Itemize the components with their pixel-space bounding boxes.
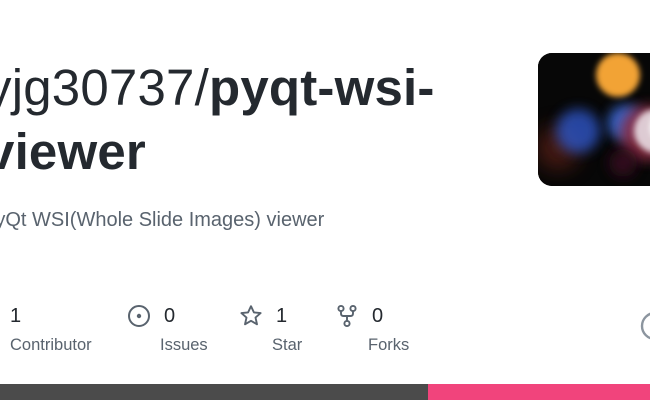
contributors-count: 1 xyxy=(10,305,22,327)
stars-count: 1 xyxy=(276,305,288,327)
language-bar-segment-secondary xyxy=(428,384,650,400)
issues-label: Issues xyxy=(160,336,208,354)
issues-count: 0 xyxy=(164,305,176,327)
contributors-label: Contributor xyxy=(10,336,92,354)
repo-description: PyQt WSI(Whole Slide Images) viewer xyxy=(0,209,325,231)
stat-issues[interactable]: 0 Issues xyxy=(126,300,208,356)
forks-count: 0 xyxy=(372,305,384,327)
repo-forked-icon xyxy=(334,303,360,329)
stat-stars[interactable]: 1 Star xyxy=(238,300,302,356)
forks-label: Forks xyxy=(368,336,410,354)
star-icon xyxy=(238,303,264,329)
language-bar-segment-primary xyxy=(0,384,428,400)
repo-name-part1: pyqt-wsi- xyxy=(208,59,435,116)
repo-preview-image xyxy=(538,53,650,186)
language-bar xyxy=(0,384,650,400)
github-mark-icon xyxy=(640,311,650,341)
stat-forks[interactable]: 0 Forks xyxy=(334,300,409,356)
stat-contributors[interactable]: 1 Contributor xyxy=(10,300,92,356)
stars-label: Star xyxy=(272,336,303,354)
repo-owner: yjg30737/ xyxy=(0,59,209,116)
repo-title: yjg30737/pyqt-wsi-viewer xyxy=(0,56,506,184)
repo-stats: 1 Contributor 0 Issues 1 Star 0 Forks xyxy=(0,300,650,360)
repo-name-part2: viewer xyxy=(0,123,146,180)
issue-opened-icon xyxy=(126,303,152,329)
